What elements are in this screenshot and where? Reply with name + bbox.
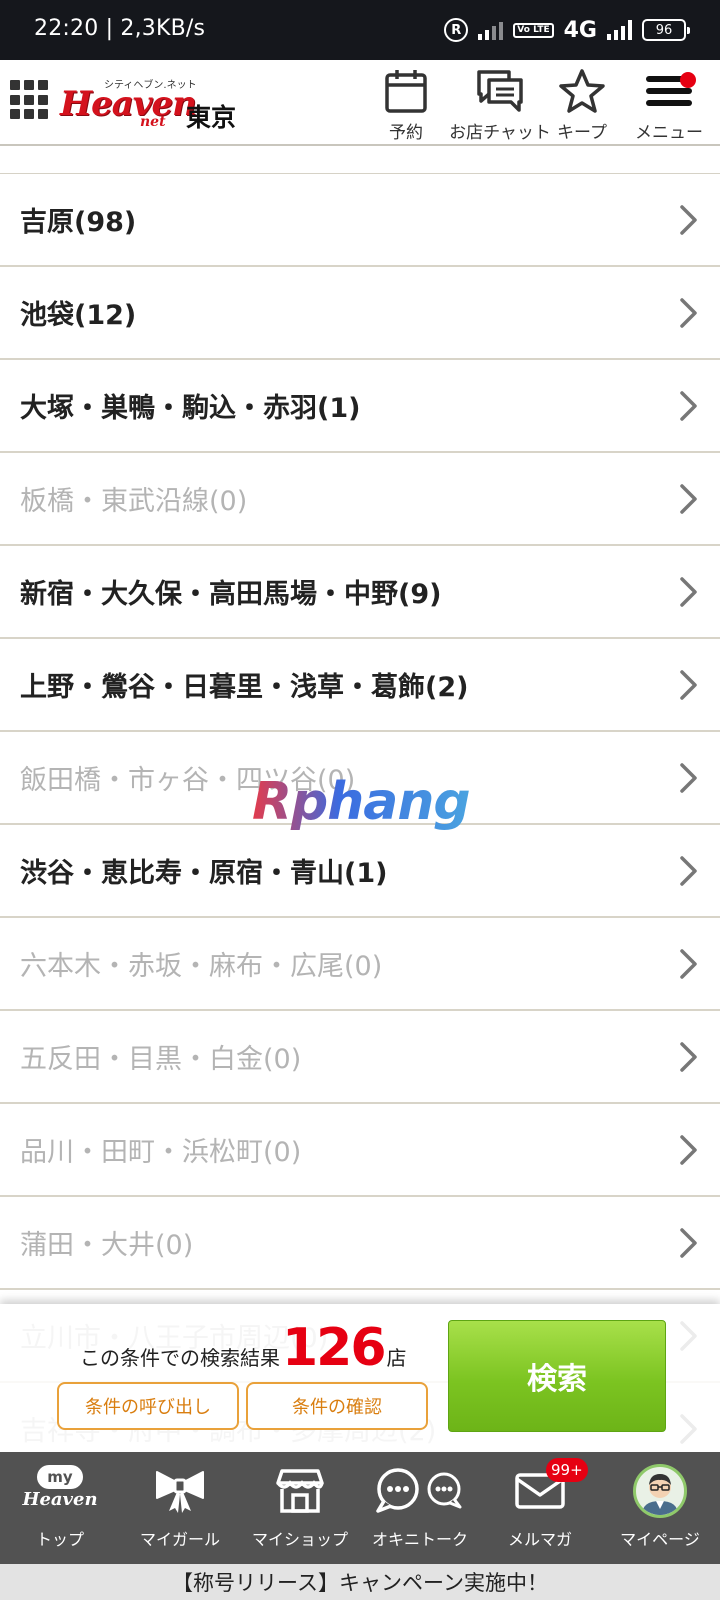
nav-mail-magazine[interactable]: メルマガ 99+ <box>480 1452 600 1564</box>
region-title: 東京 <box>186 103 237 132</box>
nav-label: オキニトーク <box>371 1530 468 1549</box>
search-panel: この条件での検索結果 126 店 条件の呼び出し 条件の確認 検索 <box>0 1304 720 1452</box>
chevron-right-icon <box>680 1135 697 1165</box>
chevron-right-icon <box>680 391 697 421</box>
watermark: Rphang <box>252 772 471 832</box>
nav-my-shop[interactable]: マイショップ <box>240 1452 360 1564</box>
area-row[interactable]: 五反田・目黒・白金(0) <box>0 1011 720 1104</box>
grid-menu-icon[interactable] <box>10 80 50 120</box>
nav-label: マイページ <box>620 1530 700 1549</box>
chat-bubbles-icon <box>376 1468 462 1513</box>
shop-chat-label: お店チャット <box>449 123 551 143</box>
area-row[interactable]: 品川・田町・浜松町(0) <box>0 1104 720 1197</box>
area-row[interactable]: 新宿・大久保・高田馬場・中野(9) <box>0 546 720 639</box>
shop-chat-button[interactable]: お店チャット <box>448 68 552 144</box>
check-conditions-button[interactable]: 条件の確認 <box>246 1382 428 1430</box>
chevron-right-icon <box>680 298 697 328</box>
area-label: 蒲田・大井(0) <box>20 1230 194 1261</box>
nav-label: メルマガ <box>507 1530 572 1549</box>
area-label: 渋谷・恵比寿・原宿・青山(1) <box>20 858 388 889</box>
network-type: 4G <box>563 17 597 43</box>
registered-icon: R <box>444 18 469 42</box>
chevron-right-icon <box>680 670 697 700</box>
area-row[interactable]: 板橋・東武沿線(0) <box>0 453 720 546</box>
result-label: この条件での検索結果 <box>80 1346 280 1370</box>
muted-signal-icon <box>478 20 504 40</box>
reserve-label: 予約 <box>389 123 423 143</box>
notification-dot <box>680 72 696 88</box>
chevron-right-icon <box>680 856 697 886</box>
chat-icon <box>477 70 523 112</box>
reserve-button[interactable]: 予約 <box>378 68 434 144</box>
nav-label: トップ <box>35 1530 84 1549</box>
bottom-nav: my Heaven トップ マイガール マイショップ オキニトーク メルマガ 9… <box>0 1452 720 1564</box>
chevron-right-icon <box>680 1228 697 1258</box>
app-header: シティヘブン.ネット Heaven net 東京 予約 お店チャット キープ メ… <box>0 60 720 146</box>
nav-okini-talk[interactable]: オキニトーク <box>360 1452 480 1564</box>
mail-count-badge: 99+ <box>546 1458 588 1482</box>
chevron-right-icon <box>680 484 697 514</box>
area-label: 五反田・目黒・白金(0) <box>20 1044 302 1075</box>
chevron-right-icon <box>680 577 697 607</box>
area-row[interactable]: 渋谷・恵比寿・原宿・青山(1) <box>0 825 720 918</box>
area-label: 六本木・赤坂・麻布・広尾(0) <box>20 951 383 982</box>
search-result-summary: この条件での検索結果 126 店 <box>80 1318 407 1378</box>
user-face-icon <box>642 1474 678 1515</box>
area-row[interactable]: 池袋(12) <box>0 267 720 360</box>
nav-my-girl[interactable]: マイガール <box>120 1452 240 1564</box>
keep-label: キープ <box>557 123 607 143</box>
chevron-right-icon <box>680 949 697 979</box>
volte-icon: Vo LTE <box>513 22 554 38</box>
nav-top[interactable]: my Heaven トップ <box>0 1452 120 1564</box>
area-row[interactable]: 六本木・赤坂・麻布・広尾(0) <box>0 918 720 1011</box>
battery-icon: 96 <box>642 19 690 41</box>
chevron-right-icon <box>680 1042 697 1072</box>
menu-button[interactable]: メニュー <box>624 68 714 144</box>
menu-label: メニュー <box>635 123 703 143</box>
status-time: 22:20 | 2,3KB/s <box>34 16 206 41</box>
chevron-right-icon <box>680 205 697 235</box>
nav-my-page[interactable]: マイページ <box>600 1452 720 1564</box>
chevron-right-icon <box>680 763 697 793</box>
city-heaven-logo[interactable]: シティヘブン.ネット Heaven net <box>60 74 197 132</box>
area-row[interactable]: 吉原(98) <box>0 174 720 267</box>
recall-conditions-button[interactable]: 条件の呼び出し <box>57 1382 239 1430</box>
area-label: 品川・田町・浜松町(0) <box>20 1137 302 1168</box>
status-bar: 22:20 | 2,3KB/s R Vo LTE 4G 96 <box>0 0 720 60</box>
result-unit: 店 <box>386 1346 407 1370</box>
avatar <box>633 1464 687 1518</box>
calendar-icon <box>385 70 427 113</box>
nav-label: マイショップ <box>251 1530 348 1549</box>
area-label: 吉原(98) <box>20 207 137 238</box>
campaign-banner[interactable]: 【称号リリース】キャンペーン実施中！ <box>0 1564 720 1600</box>
area-row[interactable]: 蒲田・大井(0) <box>0 1197 720 1290</box>
ribbon-icon <box>156 1471 204 1513</box>
signal-icon <box>607 20 632 40</box>
status-icons: R Vo LTE 4G 96 <box>444 14 690 46</box>
nav-label: マイガール <box>139 1530 220 1549</box>
search-button[interactable]: 検索 <box>448 1320 666 1432</box>
shop-icon <box>276 1469 324 1513</box>
area-label: 池袋(12) <box>20 300 137 331</box>
area-label: 新宿・大久保・高田馬場・中野(9) <box>20 579 442 610</box>
star-icon <box>559 69 605 113</box>
area-label: 上野・鶯谷・日暮里・浅草・葛飾(2) <box>20 672 469 703</box>
area-row[interactable]: 上野・鶯谷・日暮里・浅草・葛飾(2) <box>0 639 720 732</box>
area-label: 板橋・東武沿線(0) <box>20 486 248 517</box>
area-label: 大塚・巣鴨・駒込・赤羽(1) <box>20 393 361 424</box>
result-count: 126 <box>282 1318 387 1378</box>
area-row[interactable]: 大塚・巣鴨・駒込・赤羽(1) <box>0 360 720 453</box>
my-heaven-logo-icon: my Heaven <box>22 1465 98 1517</box>
keep-button[interactable]: キープ <box>551 68 613 144</box>
